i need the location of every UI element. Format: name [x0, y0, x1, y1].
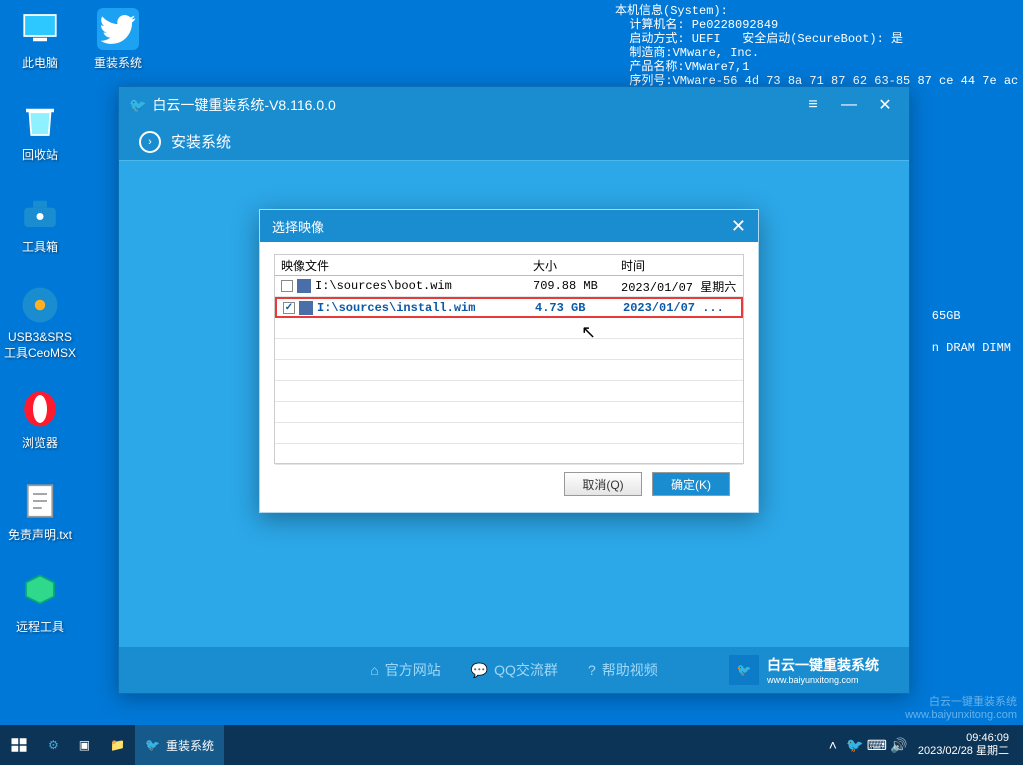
app-title: 白云一键重装系统-V8.116.0.0 [152, 95, 335, 115]
grid-row-empty [275, 360, 743, 381]
tray-bird-icon[interactable]: 🐦 [846, 736, 864, 754]
close-button[interactable]: ✕ [871, 94, 899, 116]
gear-icon: ⚙ [48, 738, 59, 752]
desktop-icon-recycle[interactable]: 回收站 [4, 100, 76, 163]
taskbar-clock[interactable]: 09:46:09 2023/02/28 星期二 [912, 732, 1015, 758]
image-grid: 映像文件 大小 时间 I:\sources\boot.wim 709.88 MB… [274, 254, 744, 464]
home-icon: ⌂ [370, 662, 378, 678]
desktop-icon-toolbox[interactable]: 工具箱 [4, 192, 76, 255]
bird-icon: 🐦 [729, 655, 759, 685]
col-file[interactable]: 映像文件 [275, 255, 533, 275]
bird-icon: 🐦 [145, 738, 160, 752]
folder-icon: 📁 [110, 738, 125, 752]
taskbar-app-reinstall[interactable]: 🐦 重装系统 [135, 725, 224, 765]
link-help[interactable]: ?帮助视频 [588, 660, 658, 680]
system-info-panel: 本机信息(System): 计算机名: Pe0228092849 启动方式: U… [615, 4, 1023, 88]
select-image-dialog: 选择映像 ✕ 映像文件 大小 时间 I:\sources\boot.wim 70… [259, 209, 759, 513]
tray-keyboard-icon[interactable]: ⌨ [868, 736, 886, 754]
grid-row-empty [275, 423, 743, 444]
grid-row-empty [275, 339, 743, 360]
terminal-icon: ▣ [79, 738, 90, 752]
ok-button[interactable]: 确定(K) [652, 472, 730, 496]
taskbar-icon-3[interactable]: 📁 [100, 725, 135, 765]
monitor-icon [19, 8, 61, 50]
desktop-icon-this-pc[interactable]: 此电脑 [4, 8, 76, 71]
right-info: 65GB n DRAM DIMM [932, 308, 1011, 356]
grid-row-empty [275, 381, 743, 402]
desktop-icon-disclaimer[interactable]: 免责声明.txt [4, 480, 76, 543]
arrow-circle-icon: › [139, 131, 161, 153]
brand: 🐦 白云一键重装系统 www.baiyunxitong.com [729, 655, 879, 685]
menu-button[interactable]: ≡ [799, 94, 827, 116]
bird-icon [97, 8, 139, 50]
bird-icon: 🐦 [129, 97, 146, 114]
col-time[interactable]: 时间 [621, 255, 743, 275]
watermark: 白云一键重装系统 www.baiyunxitong.com [905, 693, 1017, 721]
desktop-icon-remote[interactable]: 远程工具 [4, 572, 76, 635]
file-icon [297, 279, 311, 293]
col-size[interactable]: 大小 [533, 255, 621, 275]
cube-icon [19, 572, 61, 614]
tray-volume-icon[interactable]: 🔊 [890, 736, 908, 754]
grid-row-empty [275, 444, 743, 465]
start-button[interactable] [0, 725, 38, 765]
grid-row[interactable]: I:\sources\boot.wim 709.88 MB 2023/01/07… [275, 276, 743, 297]
grid-row-selected[interactable]: ✓I:\sources\install.wim 4.73 GB 2023/01/… [275, 297, 743, 318]
dialog-close-button[interactable]: ✕ [731, 216, 746, 237]
brand-url: www.baiyunxitong.com [767, 675, 879, 685]
link-website[interactable]: ⌂官方网站 [370, 660, 440, 680]
dialog-title: 选择映像 [272, 217, 324, 236]
desktop-icon-usb3[interactable]: USB3&SRS 工具CeoMSX [4, 284, 76, 361]
tray-chevron-icon[interactable]: ˄ [824, 736, 842, 754]
dialog-titlebar[interactable]: 选择映像 ✕ [260, 210, 758, 242]
section-header: › 安装系统 [119, 123, 909, 161]
trash-icon [19, 100, 61, 142]
disc-icon [19, 284, 61, 326]
grid-row-empty [275, 402, 743, 423]
taskbar-icon-1[interactable]: ⚙ [38, 725, 69, 765]
textfile-icon [19, 480, 61, 522]
section-title: 安装系统 [171, 131, 231, 152]
toolbox-icon [19, 192, 61, 234]
taskbar-icon-2[interactable]: ▣ [69, 725, 100, 765]
cancel-button[interactable]: 取消(Q) [564, 472, 642, 496]
taskbar: ⚙ ▣ 📁 🐦 重装系统 ˄ 🐦 ⌨ 🔊 09:46:09 2023/02/28… [0, 725, 1023, 765]
desktop-icon-browser[interactable]: 浏览器 [4, 388, 76, 451]
grid-header: 映像文件 大小 时间 [275, 255, 743, 276]
link-qq[interactable]: 💬QQ交流群 [471, 660, 558, 680]
checkbox-checked[interactable]: ✓ [283, 302, 295, 314]
desktop-icon-reinstall[interactable]: 重装系统 [82, 8, 154, 71]
checkbox[interactable] [281, 280, 293, 292]
system-tray: ˄ 🐦 ⌨ 🔊 09:46:09 2023/02/28 星期二 [824, 725, 1023, 765]
app-titlebar[interactable]: 🐦 白云一键重装系统-V8.116.0.0 ≡ — ✕ [119, 87, 909, 123]
windows-icon [10, 736, 28, 754]
minimize-button[interactable]: — [835, 94, 863, 116]
brand-name: 白云一键重装系统 [767, 655, 879, 675]
file-icon [299, 301, 313, 315]
opera-icon [19, 388, 61, 430]
help-icon: ? [588, 662, 596, 678]
grid-row-empty [275, 318, 743, 339]
chat-icon: 💬 [471, 662, 488, 679]
